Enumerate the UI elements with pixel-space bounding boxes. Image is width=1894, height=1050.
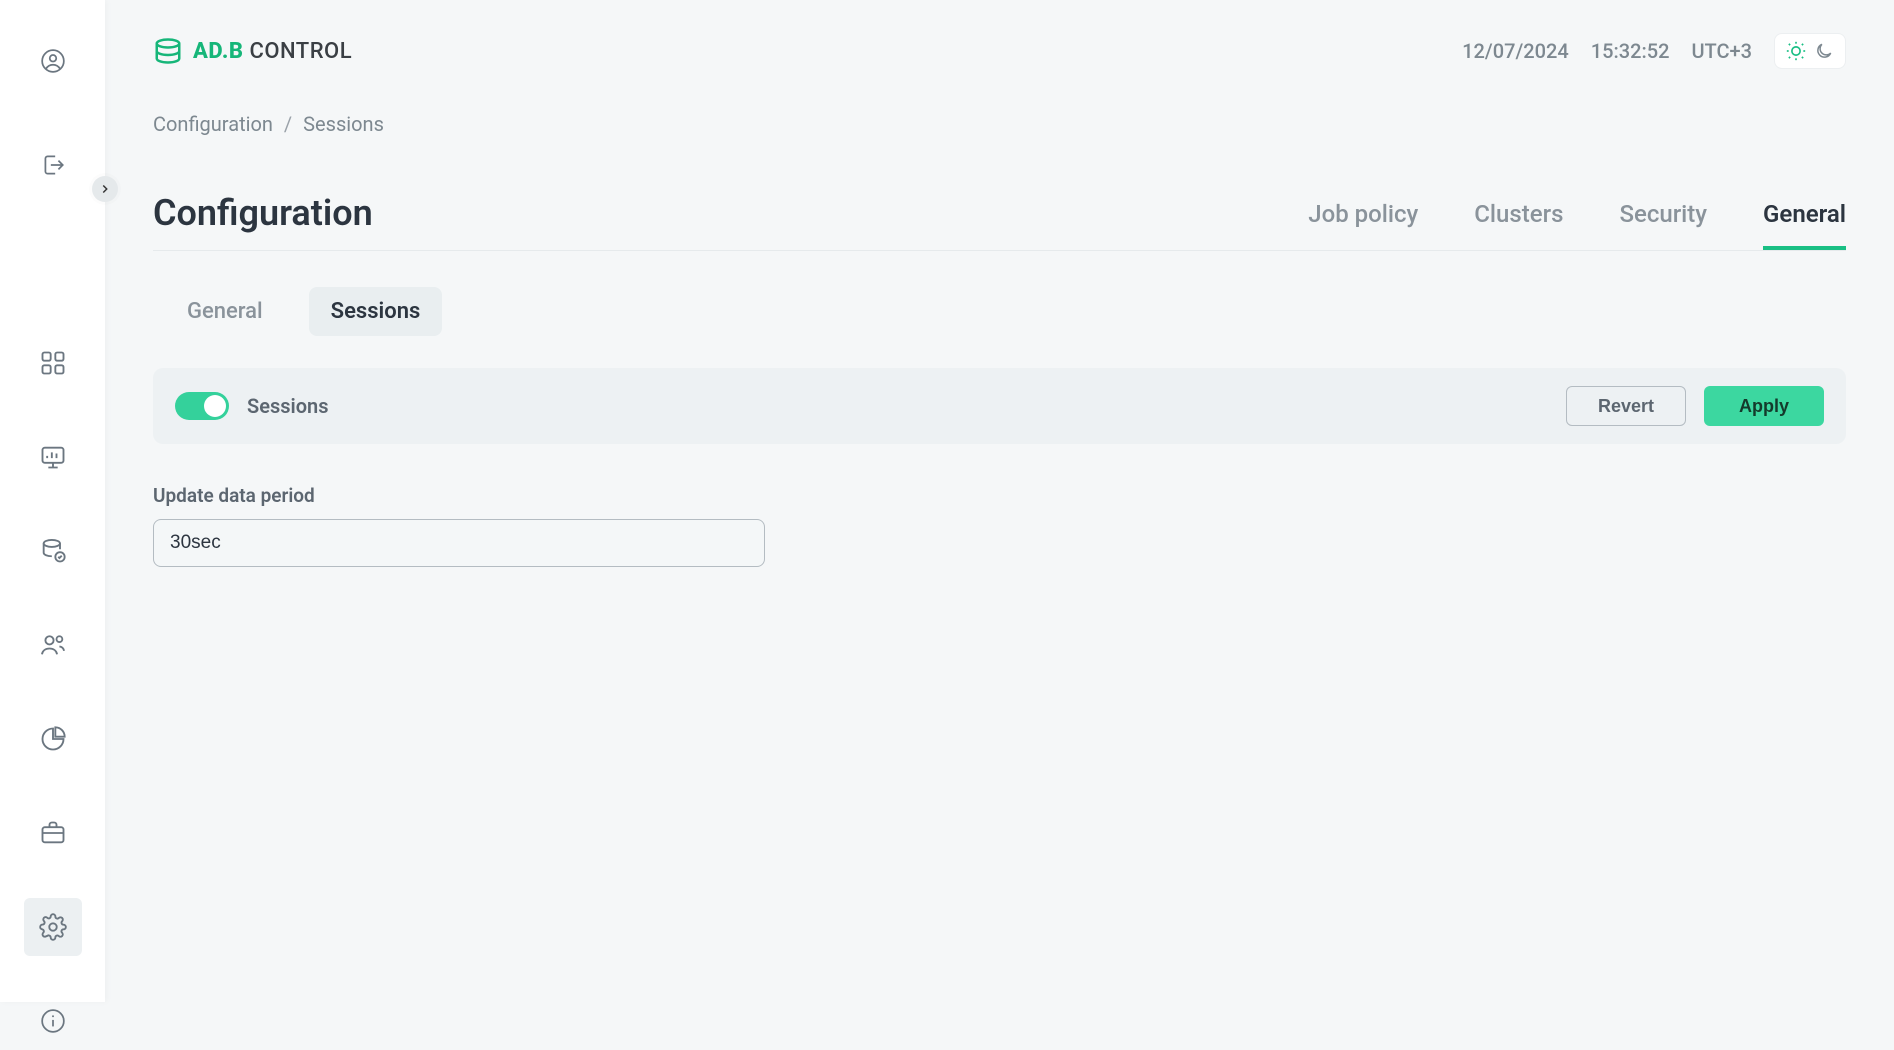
- database-check-icon: [39, 537, 67, 565]
- logo-text-prefix: AD.B: [193, 39, 244, 64]
- pie-chart-icon: [39, 725, 67, 753]
- user-circle-icon: [39, 47, 67, 75]
- tab-job-policy[interactable]: Job policy: [1308, 200, 1418, 250]
- info-icon: [39, 1007, 67, 1035]
- toggle-knob: [204, 395, 226, 417]
- subtab-general[interactable]: General: [165, 287, 285, 336]
- topbar-time: 15:32:52: [1591, 39, 1670, 63]
- tab-security[interactable]: Security: [1619, 200, 1707, 250]
- logout-icon: [39, 151, 67, 179]
- logo-icon: [153, 36, 183, 66]
- topbar-timezone: UTC+3: [1691, 39, 1752, 63]
- sidebar-item-monitoring[interactable]: [24, 428, 82, 486]
- sessions-toggle-label: Sessions: [247, 394, 329, 418]
- update-period-input[interactable]: [153, 519, 765, 567]
- sessions-toggle-bar: Sessions Revert Apply: [153, 368, 1846, 444]
- sidebar-item-configuration[interactable]: [24, 898, 82, 956]
- update-period-field: Update data period: [153, 484, 1846, 567]
- page-header: Configuration Job policy Clusters Securi…: [153, 192, 1846, 251]
- tab-clusters[interactable]: Clusters: [1474, 200, 1563, 250]
- breadcrumb-sessions: Sessions: [303, 112, 384, 136]
- breadcrumb-configuration[interactable]: Configuration: [153, 112, 273, 136]
- briefcase-icon: [39, 819, 67, 847]
- subtab-sessions[interactable]: Sessions: [309, 287, 443, 336]
- breadcrumb-sep: /: [284, 112, 292, 136]
- moon-icon: [1813, 40, 1835, 62]
- sidebar-item-dashboard[interactable]: [24, 334, 82, 392]
- page-title: Configuration: [153, 192, 373, 250]
- main-content: AD.B CONTROL 12/07/2024 15:32:52 UTC+3 C…: [105, 0, 1894, 1002]
- sidebar: [0, 0, 105, 1002]
- sidebar-item-jobs[interactable]: [24, 804, 82, 862]
- sidebar-item-users[interactable]: [24, 616, 82, 674]
- sub-tabs: General Sessions: [153, 287, 1846, 336]
- logo-text-suffix: CONTROL: [249, 39, 352, 64]
- monitor-chart-icon: [39, 443, 67, 471]
- apply-button[interactable]: Apply: [1704, 386, 1824, 426]
- sidebar-item-info[interactable]: [24, 992, 82, 1050]
- grid-icon: [39, 349, 67, 377]
- sun-icon: [1785, 40, 1807, 62]
- sidebar-item-analytics[interactable]: [24, 710, 82, 768]
- topbar: AD.B CONTROL 12/07/2024 15:32:52 UTC+3: [153, 26, 1846, 76]
- users-icon: [39, 631, 67, 659]
- gear-icon: [39, 913, 67, 941]
- sessions-toggle[interactable]: [175, 392, 229, 420]
- revert-button[interactable]: Revert: [1566, 386, 1686, 426]
- sidebar-item-logout[interactable]: [24, 136, 82, 194]
- breadcrumb: Configuration / Sessions: [153, 112, 1846, 136]
- topbar-date: 12/07/2024: [1462, 39, 1569, 63]
- sidebar-item-profile[interactable]: [24, 32, 82, 90]
- top-tabs: Job policy Clusters Security General: [1308, 200, 1846, 250]
- theme-toggle[interactable]: [1774, 33, 1846, 69]
- tab-general[interactable]: General: [1763, 200, 1846, 250]
- update-period-label: Update data period: [153, 484, 1846, 507]
- app-logo[interactable]: AD.B CONTROL: [153, 36, 352, 66]
- sidebar-item-database[interactable]: [24, 522, 82, 580]
